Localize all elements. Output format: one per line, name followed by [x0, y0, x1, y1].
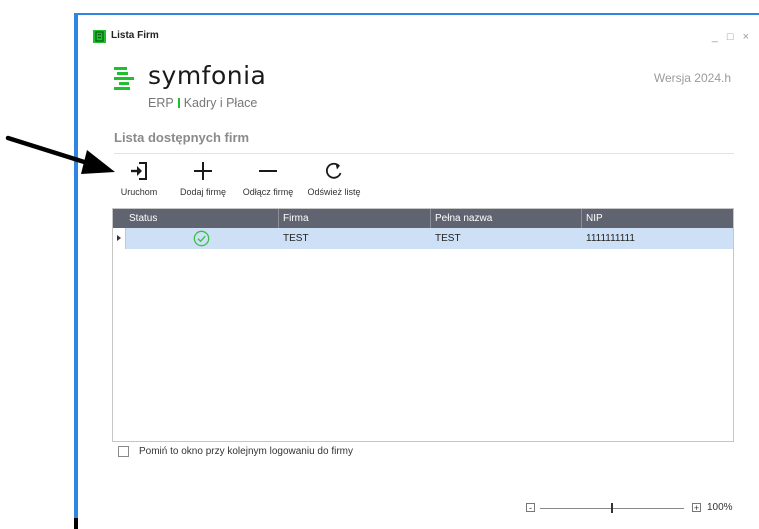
skip-window-checkbox[interactable]: [118, 446, 129, 457]
version-label: Wersja 2024.h: [653, 71, 731, 85]
row-selector[interactable]: [113, 228, 126, 249]
row-pointer-icon: [117, 235, 121, 241]
section-title: Lista dostępnych firm: [114, 130, 250, 145]
column-header-firma[interactable]: Firma: [279, 209, 431, 228]
logo-wordmark: symfonia: [148, 61, 267, 90]
table-header: Status Firma Pełna nazwa NIP: [113, 209, 733, 228]
logo-product-module: Kadry i Płace: [183, 96, 258, 110]
detach-company-button[interactable]: Odłącz firmę: [238, 160, 298, 205]
title-bar: Lista Firm _ □ ×: [78, 15, 759, 59]
status-ok-icon: [193, 230, 210, 247]
column-header-nip[interactable]: NIP: [582, 209, 733, 228]
cell-nip: 1111111111: [586, 233, 635, 244]
logo-product-erp: ERP: [148, 96, 174, 110]
window-controls: _ □ ×: [712, 31, 749, 43]
close-button[interactable]: ×: [743, 31, 749, 43]
column-header-status[interactable]: Status: [125, 209, 279, 228]
table-row[interactable]: TEST TEST 1111111111: [113, 228, 733, 249]
window-title: Lista Firm: [111, 30, 159, 41]
plus-icon: [194, 162, 212, 180]
logo-product-line: ERP Kadry i Płace: [148, 96, 257, 110]
refresh-list-button[interactable]: Odśwież listę: [305, 160, 363, 205]
minus-icon: [259, 170, 277, 172]
maximize-button[interactable]: □: [727, 31, 734, 43]
zoom-in-button[interactable]: +: [692, 503, 701, 513]
add-company-label: Dodaj firmę: [179, 187, 226, 197]
zoom-out-button[interactable]: -: [526, 503, 535, 513]
add-company-button[interactable]: Dodaj firmę: [174, 160, 232, 205]
companies-table: Status Firma Pełna nazwa NIP TEST TEST 1…: [112, 208, 734, 442]
refresh-list-label: Odśwież listę: [307, 187, 361, 197]
run-label: Uruchom: [120, 187, 158, 197]
zoom-control: - + 100%: [526, 502, 756, 516]
symfonia-logo-icon: [114, 67, 134, 90]
lista-firm-window: Lista Firm _ □ × symfonia ERP Kadry i Pła…: [78, 15, 759, 529]
cell-firma: TEST: [283, 233, 309, 244]
pointer-arrow-icon: [5, 135, 115, 174]
text-cursor-icon: [74, 518, 78, 529]
app-icon: [93, 30, 106, 43]
zoom-slider-thumb[interactable]: [611, 503, 613, 513]
detach-company-label: Odłącz firmę: [242, 187, 294, 197]
run-button[interactable]: Uruchom: [114, 160, 164, 205]
skip-window-label[interactable]: Pomiń to okno przy kolejnym logowaniu do…: [139, 446, 353, 457]
logo-divider: [177, 98, 180, 108]
refresh-icon: [325, 162, 342, 179]
minimize-button[interactable]: _: [712, 31, 718, 43]
zoom-level: 100%: [707, 502, 733, 513]
column-header-pelna-nazwa[interactable]: Pełna nazwa: [431, 209, 582, 228]
section-divider: [114, 153, 734, 154]
login-icon: [131, 162, 147, 180]
cell-pelna-nazwa: TEST: [435, 233, 461, 244]
